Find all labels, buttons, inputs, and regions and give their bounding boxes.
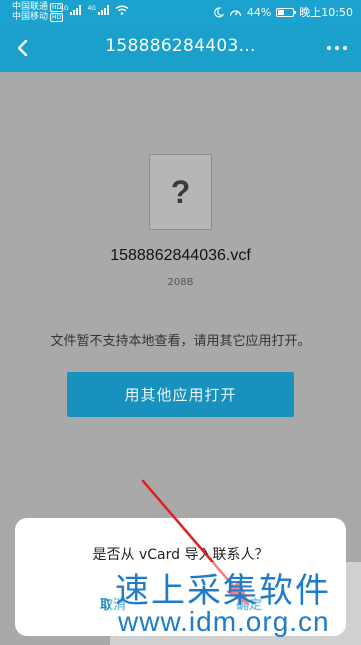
battery-fill — [278, 9, 285, 15]
question-mark-glyph: ? — [170, 173, 191, 210]
more-options-button[interactable] — [319, 36, 355, 60]
back-button[interactable] — [8, 32, 40, 64]
app-header: 158886284403... — [0, 24, 361, 72]
signal-icon: 4G — [87, 5, 109, 15]
status-bar: 中国联通 HD 中国移动 HD 4G 4G 44% 晚上10:50 — [0, 0, 361, 24]
signal-indicators: 4G 4G — [60, 5, 129, 15]
file-name: 1588862844036.vcf — [110, 247, 251, 264]
page-title: 158886284403... — [105, 36, 256, 56]
chevron-left-icon — [17, 39, 28, 57]
signal-icon: 4G — [60, 5, 82, 15]
carrier-1-label: 中国联通 — [12, 2, 49, 12]
speed-gauge-icon — [229, 9, 241, 16]
network-type-label: 4G — [87, 5, 96, 12]
carrier-info: 中国联通 HD 中国移动 HD — [12, 2, 64, 22]
watermark-title: 速上采集软件 — [115, 571, 331, 611]
watermark-url: www.idm.org.cn — [118, 606, 330, 637]
network-type-label: 4G — [60, 5, 69, 12]
moon-icon — [214, 6, 224, 17]
more-dots-icon — [327, 46, 331, 50]
battery-percent: 44% — [246, 5, 272, 19]
battery-icon — [276, 7, 297, 17]
open-with-other-app-button[interactable]: 用其他应用打开 — [67, 372, 294, 417]
unknown-file-icon: ? — [149, 154, 212, 230]
wifi-icon — [115, 5, 129, 15]
clock: 晚上10:50 — [299, 6, 353, 19]
carrier-2-label: 中国移动 — [12, 12, 49, 22]
dialog-message: 是否从 vCard 导入联系人？ — [92, 547, 269, 563]
status-right: 44% 晚上10:50 — [213, 4, 353, 20]
unsupported-hint: 文件暂不支持本地查看，请用其它应用打开。 — [50, 334, 311, 349]
file-size: 208B — [167, 277, 194, 288]
